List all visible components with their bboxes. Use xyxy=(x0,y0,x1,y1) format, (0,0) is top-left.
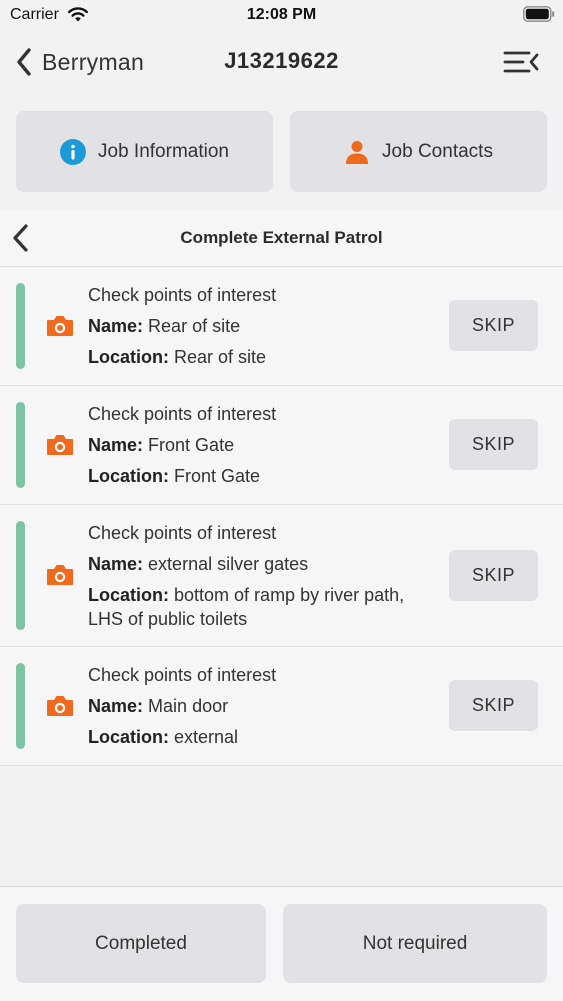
job-contacts-button[interactable]: Job Contacts xyxy=(290,111,547,192)
skip-button[interactable]: SKIP xyxy=(449,419,538,470)
location-key: Location: xyxy=(88,466,169,486)
task-details: Check points of interest Name: Rear of s… xyxy=(88,283,428,369)
task-row[interactable]: Check points of interest Name: Front Gat… xyxy=(0,386,563,505)
section-header: Complete External Patrol xyxy=(0,210,563,267)
camera-icon[interactable] xyxy=(46,694,74,718)
back-button[interactable]: Berryman xyxy=(14,44,144,80)
skip-button[interactable]: SKIP xyxy=(449,550,538,601)
back-button-label: Berryman xyxy=(42,48,145,75)
task-details: Check points of interest Name: Main door… xyxy=(88,663,428,749)
section-title: Complete External Patrol xyxy=(180,228,383,247)
status-bar: Carrier 12:08 PM xyxy=(0,0,563,30)
navigation-bar: Berryman J13219622 xyxy=(0,30,563,94)
task-list: Check points of interest Name: Rear of s… xyxy=(0,267,563,766)
chevron-left-icon xyxy=(17,48,31,76)
task-title: Check points of interest xyxy=(88,665,277,685)
task-title: Check points of interest xyxy=(88,404,277,424)
job-information-button[interactable]: Job Information xyxy=(16,111,273,192)
task-name: Front Gate xyxy=(148,435,235,455)
name-key: Name: xyxy=(88,554,144,574)
camera-icon[interactable] xyxy=(46,433,74,457)
battery-icon xyxy=(523,6,555,22)
task-location: external xyxy=(174,727,239,747)
info-icon xyxy=(60,138,87,165)
bottom-action-bar: Completed Not required xyxy=(0,886,563,1001)
camera-icon[interactable] xyxy=(46,563,74,587)
status-indicator xyxy=(16,663,25,749)
skip-button[interactable]: SKIP xyxy=(449,300,538,351)
person-icon xyxy=(346,140,369,164)
completed-button[interactable]: Completed xyxy=(16,904,266,983)
task-title: Check points of interest xyxy=(88,285,277,305)
status-indicator xyxy=(16,521,25,630)
task-row[interactable]: Check points of interest Name: external … xyxy=(0,505,563,647)
location-key: Location: xyxy=(88,727,169,747)
task-row[interactable]: Check points of interest Name: Main door… xyxy=(0,647,563,766)
task-row[interactable]: Check points of interest Name: Rear of s… xyxy=(0,267,563,386)
task-name: Main door xyxy=(148,696,229,716)
task-location: Front Gate xyxy=(174,466,261,486)
name-key: Name: xyxy=(88,316,144,336)
task-title: Check points of interest xyxy=(88,523,277,543)
task-details: Check points of interest Name: Front Gat… xyxy=(88,402,428,488)
status-indicator xyxy=(16,283,25,369)
task-name: external silver gates xyxy=(148,554,309,574)
job-contacts-label: Job Contacts xyxy=(382,140,493,162)
skip-button[interactable]: SKIP xyxy=(449,680,538,731)
not-required-button[interactable]: Not required xyxy=(283,904,547,983)
camera-icon[interactable] xyxy=(46,314,74,338)
task-name: Rear of site xyxy=(148,316,241,336)
clock: 12:08 PM xyxy=(246,6,317,23)
job-actions: Job Information Job Contacts xyxy=(16,111,547,192)
task-location: Rear of site xyxy=(174,347,267,367)
name-key: Name: xyxy=(88,696,144,716)
name-key: Name: xyxy=(88,435,144,455)
location-key: Location: xyxy=(88,347,169,367)
menu-collapse-icon[interactable] xyxy=(503,48,539,76)
status-indicator xyxy=(16,402,25,488)
location-key: Location: xyxy=(88,585,169,605)
job-information-label: Job Information xyxy=(98,140,229,162)
task-details: Check points of interest Name: external … xyxy=(88,521,418,631)
